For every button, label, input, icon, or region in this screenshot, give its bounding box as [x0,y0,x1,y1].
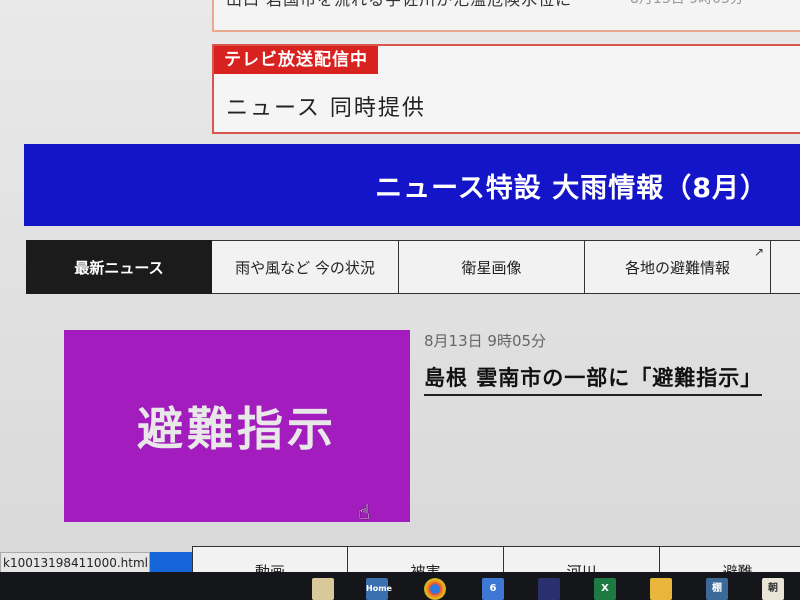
news-timestamp: 8月13日 9時03分 [630,0,744,8]
app-icon[interactable] [538,578,560,600]
status-indicator [150,552,192,574]
home-icon[interactable]: Home [366,578,392,600]
tv-badge: テレビ放送配信中 [214,46,378,74]
asahi-icon[interactable]: 朝 [762,578,784,600]
article-timestamp: 8月13日 9時05分 [424,332,547,350]
article-thumbnail[interactable]: 避難指示 [64,330,410,522]
tab-current-conditions[interactable]: 雨や風など 今の状況 [212,240,399,294]
tab-more[interactable] [771,240,800,294]
external-link-icon: ↗ [753,245,764,259]
taskbar: Home 6 X 棚 朝 [0,572,800,600]
tv-description[interactable]: ニュース 同時提供 [226,90,426,122]
tab-satellite-images[interactable]: 衛星画像 [399,240,585,294]
file-explorer-icon[interactable] [312,578,334,600]
special-banner[interactable]: ニュース特設 大雨情報（8月） [24,144,800,226]
banner-title: ニュース特設 大雨情報（8月） [375,173,768,204]
thumbnail-text: 避難指示 [137,402,337,456]
news-list-item[interactable]: 山口 岩国市を流れる宇佐川が氾濫危険水位に 8月13日 9時03分 [212,0,800,32]
hand-cursor-icon: ☝ [358,500,371,524]
chrome-icon[interactable] [424,578,446,600]
article-headline-link[interactable]: 島根 雲南市の一部に「避難指示」 [424,362,763,396]
tab-latest-news[interactable]: 最新ニュース [26,240,212,294]
app-kanji-icon[interactable]: 棚 [706,578,728,600]
folder-icon[interactable] [650,578,672,600]
tv-broadcast-box[interactable]: テレビ放送配信中 ニュース 同時提供 [212,44,800,134]
tab-bar: 最新ニュース 雨や風など 今の状況 衛星画像 各地の避難情報 ↗ [26,240,800,294]
news-headline[interactable]: 山口 岩国市を流れる宇佐川が氾濫危険水位に [226,0,572,10]
tab-label: 各地の避難情報 [624,258,730,277]
browser-viewport: 山口 岩国市を流れる宇佐川が氾濫危険水位に 8月13日 9時03分 テレビ放送配… [0,0,800,600]
excel-icon[interactable]: X [594,578,616,600]
calendar-icon[interactable]: 6 [482,578,504,600]
status-bar-url: k10013198411000.html [0,552,150,574]
tab-evacuation-info[interactable]: 各地の避難情報 ↗ [585,240,771,294]
